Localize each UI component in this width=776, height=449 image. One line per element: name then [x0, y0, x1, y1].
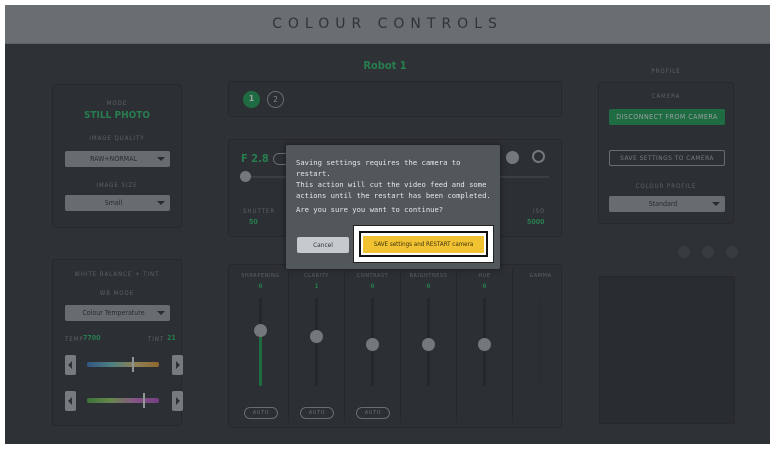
dialog-message-line: This action will cut the video feed and …: [296, 180, 487, 189]
dialog-message: Saving settings requires the camera to r…: [296, 157, 496, 201]
cancel-button[interactable]: Cancel: [297, 237, 349, 253]
dialog-question: Are you sure you want to continue?: [296, 205, 444, 214]
confirm-dialog: Saving settings requires the camera to r…: [286, 145, 500, 269]
save-and-restart-button[interactable]: SAVE settings and RESTART camera: [363, 236, 484, 253]
dialog-message-line: Saving settings requires the camera to r…: [296, 158, 461, 178]
app-window: COLOUR CONTROLS Robot 1 MODE STILL PHOTO…: [5, 5, 770, 444]
dialog-message-line: actions until the restart has been compl…: [296, 191, 491, 200]
